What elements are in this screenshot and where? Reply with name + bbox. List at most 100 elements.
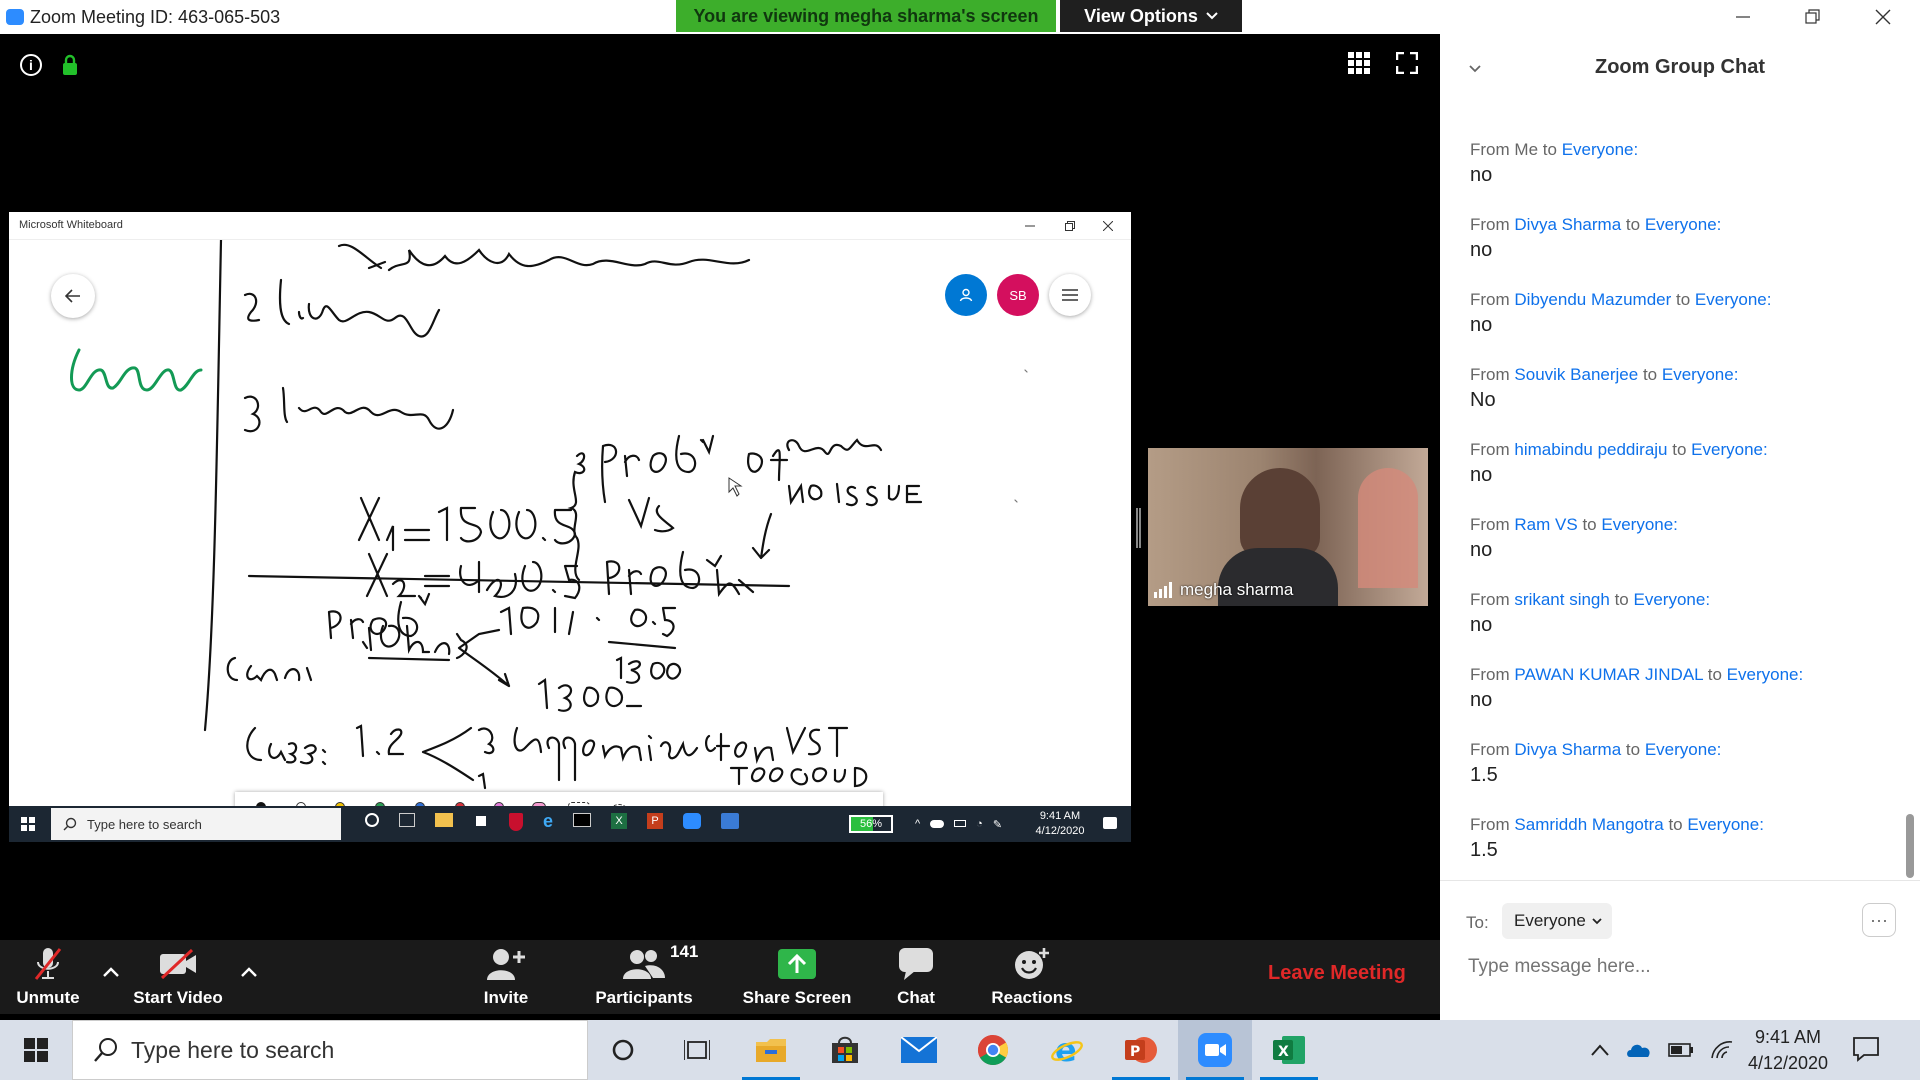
chat-more-options-button[interactable]: ··· (1862, 903, 1896, 937)
whiteboard-menu-button[interactable] (1049, 274, 1091, 316)
minimize-button[interactable] (1714, 0, 1772, 34)
message-sender[interactable]: Dibyendu Mazumder (1514, 290, 1671, 309)
restore-button[interactable] (1784, 0, 1842, 34)
person-icon (959, 288, 973, 302)
wb-minimize-icon[interactable] (1025, 222, 1035, 230)
video-options-chevron-icon[interactable] (236, 960, 262, 986)
message-sender[interactable]: Samriddh Mangotra (1514, 815, 1663, 834)
taskbar-store[interactable] (808, 1020, 882, 1080)
highlighter-tool[interactable] (525, 796, 553, 806)
eraser-tool[interactable] (565, 796, 593, 806)
message-header: From PAWAN KUMAR JINDAL to Everyone: (1470, 665, 1890, 685)
taskbar-internet-explorer[interactable]: e (1030, 1020, 1104, 1080)
message-sender[interactable]: srikant singh (1514, 590, 1609, 609)
to-word: to (1625, 740, 1641, 759)
message-sender[interactable]: Me (1514, 140, 1538, 159)
message-sender[interactable]: Divya Sharma (1514, 740, 1621, 759)
chat-button[interactable]: Chat (886, 940, 946, 1014)
message-recipient[interactable]: Everyone: (1727, 665, 1804, 684)
reactions-button[interactable]: Reactions (980, 940, 1084, 1014)
chat-message: From Me to Everyone: no (1470, 140, 1890, 187)
start-video-button[interactable]: Start Video (132, 940, 224, 1014)
whiteboard-user-avatar[interactable] (945, 274, 987, 316)
taskbar-file-explorer[interactable] (734, 1020, 808, 1080)
pen-blue-tool[interactable] (406, 796, 434, 806)
redo-tool[interactable]: ↷ (843, 796, 871, 806)
chat-scrollbar[interactable] (1906, 814, 1914, 878)
taskbar-mail[interactable] (882, 1020, 956, 1080)
note-tool[interactable] (684, 796, 712, 806)
message-recipient[interactable]: Everyone: (1691, 440, 1768, 459)
to-word: to (1676, 290, 1691, 309)
share-screen-button[interactable]: Share Screen (740, 940, 854, 1014)
onedrive-icon[interactable] (1626, 1042, 1652, 1058)
whiteboard-user-initials-avatar[interactable]: SB (997, 274, 1039, 316)
message-recipient[interactable]: Everyone: (1634, 590, 1711, 609)
message-sender[interactable]: Ram VS (1514, 515, 1577, 534)
pen-yellow-tool[interactable] (326, 796, 354, 806)
whiteboard-canvas[interactable]: SB A + ↶ ↷ (9, 240, 1131, 806)
info-icon[interactable]: i (20, 54, 42, 76)
taskbar-zoom[interactable] (1178, 1020, 1252, 1080)
lock-icon[interactable] (62, 54, 78, 76)
message-sender[interactable]: Souvik Banerjee (1514, 365, 1638, 384)
wifi-icon[interactable] (1710, 1040, 1734, 1060)
leave-meeting-button[interactable]: Leave Meeting (1268, 962, 1406, 985)
close-button[interactable] (1854, 0, 1912, 34)
participant-video-tile[interactable]: megha sharma (1148, 448, 1428, 606)
system-tray (1590, 1020, 1734, 1080)
message-sender[interactable]: Divya Sharma (1514, 215, 1621, 234)
wb-restore-icon[interactable] (1065, 221, 1075, 231)
chat-message-input[interactable] (1466, 949, 1896, 985)
image-tool[interactable] (724, 796, 752, 806)
windows-start-button[interactable] (0, 1020, 72, 1080)
message-recipient[interactable]: Everyone: (1562, 140, 1639, 159)
taskbar-chrome[interactable] (956, 1020, 1030, 1080)
taskbar-powerpoint[interactable]: P (1104, 1020, 1178, 1080)
unmute-button[interactable]: Unmute (10, 940, 86, 1014)
from-prefix: From (1470, 740, 1510, 759)
audio-options-chevron-icon[interactable] (98, 960, 124, 986)
chevron-up-icon[interactable] (1590, 1043, 1610, 1057)
wb-close-icon[interactable] (1103, 221, 1113, 231)
system-clock[interactable]: 9:41 AM 4/12/2020 (1736, 1024, 1840, 1076)
pen-white-tool[interactable] (287, 796, 315, 806)
pen-pink-tool[interactable] (485, 796, 513, 806)
fullscreen-icon[interactable] (1396, 52, 1418, 74)
video-splitter-handle[interactable] (1136, 508, 1141, 548)
clock-time: 9:41 AM (1754, 1027, 1822, 1047)
taskbar-search-placeholder: Type here to search (131, 1036, 335, 1063)
message-recipient[interactable]: Everyone: (1645, 740, 1722, 759)
chat-title: Zoom Group Chat (1595, 56, 1765, 78)
chat-message-list: From Me to Everyone: no From Divya Sharm… (1440, 124, 1920, 874)
message-sender[interactable]: himabindu peddiraju (1514, 440, 1667, 459)
insert-tool[interactable]: + (764, 796, 792, 806)
undo-tool[interactable]: ↶ (803, 796, 831, 806)
taskbar-excel[interactable]: X (1252, 1020, 1326, 1080)
invite-button[interactable]: Invite (466, 940, 546, 1014)
view-options-button[interactable]: View Options (1060, 0, 1242, 32)
whiteboard-back-button[interactable] (51, 274, 95, 318)
battery-icon[interactable] (1668, 1043, 1694, 1057)
message-recipient[interactable]: Everyone: (1687, 815, 1764, 834)
message-recipient[interactable]: Everyone: (1601, 515, 1678, 534)
chat-message: From himabindu peddiraju to Everyone: no (1470, 440, 1890, 487)
message-recipient[interactable]: Everyone: (1645, 215, 1722, 234)
pen-green-tool[interactable] (366, 796, 394, 806)
recipient-select[interactable]: Everyone (1502, 903, 1612, 939)
pen-red-tool[interactable] (446, 796, 474, 806)
pen-black-tool[interactable] (247, 796, 275, 806)
text-tool[interactable]: A (644, 796, 672, 806)
gallery-grid-icon[interactable] (1348, 52, 1370, 74)
taskbar-task-view[interactable] (660, 1020, 734, 1080)
lasso-tool[interactable] (605, 796, 633, 806)
participants-button[interactable]: Participants 141 (588, 940, 700, 1014)
file-explorer-icon (756, 1039, 786, 1062)
taskbar-search-box[interactable]: Type here to search (72, 1020, 588, 1080)
taskbar-cortana[interactable] (586, 1020, 660, 1080)
powerpoint-icon: P (1125, 1037, 1157, 1063)
message-sender[interactable]: PAWAN KUMAR JINDAL (1514, 665, 1703, 684)
message-recipient[interactable]: Everyone: (1695, 290, 1772, 309)
message-recipient[interactable]: Everyone: (1662, 365, 1739, 384)
notification-center-icon[interactable] (1852, 1036, 1880, 1062)
